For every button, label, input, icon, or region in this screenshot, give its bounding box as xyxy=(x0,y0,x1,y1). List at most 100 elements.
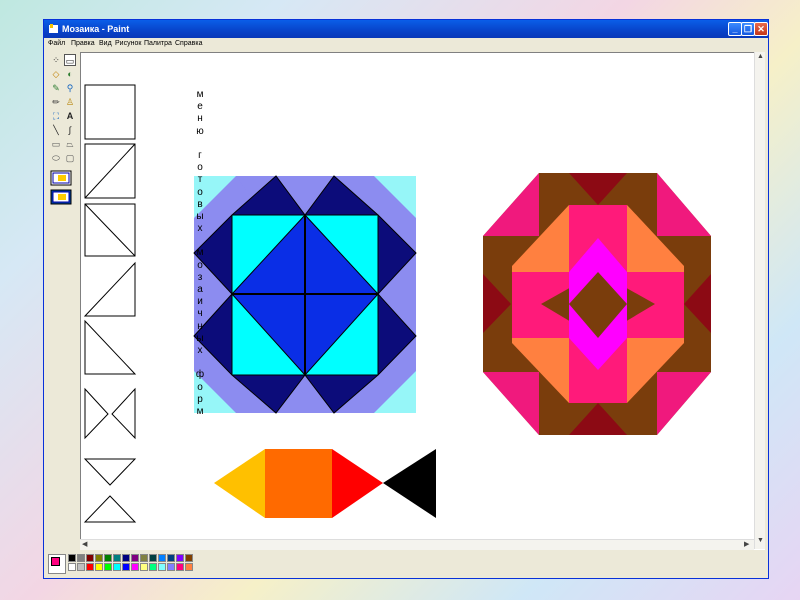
fish-drawing xyxy=(201,422,471,542)
palette-swatch[interactable] xyxy=(113,563,121,571)
horizontal-scrollbar[interactable]: ◀ ▶ xyxy=(80,539,754,550)
rect-select-icon[interactable]: ▭ xyxy=(64,54,76,66)
palette-swatch[interactable] xyxy=(185,554,193,562)
palette-swatch[interactable] xyxy=(104,554,112,562)
palette-swatch[interactable] xyxy=(68,563,76,571)
scroll-down-icon[interactable]: ▼ xyxy=(757,536,764,546)
text-icon[interactable]: A xyxy=(64,110,76,122)
ready-shapes-menu-label: м е н ю г о т о в ы х м о з а и ч н ы х … xyxy=(193,89,207,418)
mosaic-square xyxy=(193,175,417,414)
palette-swatch[interactable] xyxy=(95,563,103,571)
palette-swatch[interactable] xyxy=(131,563,139,571)
scroll-left-icon[interactable]: ◀ xyxy=(82,540,87,550)
menu-bar: Файл Правка Вид Рисунок Палитра Справка xyxy=(44,38,768,50)
label-char: о xyxy=(197,162,203,174)
label-char xyxy=(193,138,207,150)
close-button[interactable]: ✕ xyxy=(754,22,768,36)
palette-swatch[interactable] xyxy=(167,563,175,571)
palette-swatch[interactable] xyxy=(158,563,166,571)
menu-file[interactable]: Файл xyxy=(48,38,65,50)
mosaic-octagon-right xyxy=(483,173,711,435)
vertical-scrollbar[interactable]: ▲ ▼ xyxy=(754,52,765,549)
menu-view[interactable]: Вид xyxy=(99,38,112,50)
palette-swatch[interactable] xyxy=(176,554,184,562)
label-char: х xyxy=(197,223,203,235)
fill-style-selector[interactable] xyxy=(50,170,72,206)
curve-icon[interactable]: ∫ xyxy=(64,124,76,136)
palette-swatch[interactable] xyxy=(185,563,193,571)
palette-swatch[interactable] xyxy=(140,563,148,571)
pencil-icon[interactable]: ✏ xyxy=(50,96,62,108)
label-char: в xyxy=(197,198,203,210)
paint-app-icon xyxy=(49,24,58,33)
color-palette xyxy=(48,552,348,576)
palette-swatch[interactable] xyxy=(95,554,103,562)
label-char: е xyxy=(197,101,203,113)
palette-swatch[interactable] xyxy=(122,554,130,562)
label-char: ч xyxy=(197,308,203,320)
free-select-icon[interactable]: ⁘ xyxy=(50,54,62,66)
shape-hourglass-top xyxy=(83,458,137,486)
shape-bowtie-left xyxy=(84,387,109,440)
minimize-button[interactable]: _ xyxy=(728,22,742,36)
palette-swatch[interactable] xyxy=(131,554,139,562)
toolbox: ⁘ ▭ ◇ ◐ ✎ ⚲ ✏ ♙ ⛶ A ╲ ∫ ▭ ⏢ ⬭ ▢ xyxy=(44,52,78,562)
palette-swatch[interactable] xyxy=(149,554,157,562)
shape-right-triangle-3 xyxy=(83,261,136,317)
shape-hourglass-bottom xyxy=(83,495,137,523)
title-bar[interactable]: Мозаика - Paint _ ❐ ✕ xyxy=(44,20,768,38)
polygon-icon[interactable]: ⏢ xyxy=(64,138,76,150)
menu-edit[interactable]: Правка xyxy=(71,38,95,50)
palette-swatch[interactable] xyxy=(86,563,94,571)
fill-bucket-icon[interactable]: ◐ xyxy=(64,68,76,80)
label-char: ю xyxy=(196,125,204,137)
shape-right-triangle-4 xyxy=(84,319,137,375)
label-char: м xyxy=(196,89,204,100)
rectangle-icon[interactable]: ▭ xyxy=(50,138,62,150)
palette-swatch[interactable] xyxy=(167,554,175,562)
label-char: м xyxy=(196,405,204,417)
fish-body xyxy=(265,449,332,518)
label-char xyxy=(193,357,207,369)
palette-swatch[interactable] xyxy=(77,554,85,562)
scroll-right-icon[interactable]: ▶ xyxy=(744,540,749,550)
ready-shapes-menu xyxy=(83,84,137,523)
palette-swatch[interactable] xyxy=(140,554,148,562)
label-char: о xyxy=(197,186,203,198)
palette-swatch[interactable] xyxy=(149,563,157,571)
scroll-up-icon[interactable]: ▲ xyxy=(757,52,764,62)
eraser-icon[interactable]: ◇ xyxy=(50,68,62,80)
paint-window: Мозаика - Paint _ ❐ ✕ Файл Правка Вид Ри… xyxy=(44,20,768,578)
label-char: г xyxy=(198,149,202,161)
color-picker-icon[interactable]: ✎ xyxy=(50,82,62,94)
canvas-drawing xyxy=(83,84,711,542)
palette-swatch[interactable] xyxy=(86,554,94,562)
palette-swatch[interactable] xyxy=(68,554,76,562)
label-char: о xyxy=(197,259,203,271)
palette-swatch[interactable] xyxy=(77,563,85,571)
label-char: т xyxy=(197,174,203,186)
label-char: м xyxy=(196,247,204,259)
foreground-color-swatch xyxy=(51,557,60,566)
label-char: н xyxy=(197,320,203,332)
palette-swatch[interactable] xyxy=(158,554,166,562)
palette-swatch[interactable] xyxy=(176,563,184,571)
palette-swatch[interactable] xyxy=(113,554,121,562)
palette-swatch[interactable] xyxy=(122,563,130,571)
airbrush-icon[interactable]: ⛶ xyxy=(50,110,62,122)
drawing-canvas[interactable]: м е н ю г о т о в ы х м о з а и ч н ы х … xyxy=(80,52,765,550)
shape-right-triangle-diagonal xyxy=(84,143,136,199)
label-char: з xyxy=(197,271,203,283)
menu-colors[interactable]: Палитра xyxy=(144,38,172,50)
ellipse-icon[interactable]: ⬭ xyxy=(50,152,62,164)
menu-help[interactable]: Справка xyxy=(175,38,202,50)
line-icon[interactable]: ╲ xyxy=(50,124,62,136)
magnifier-icon[interactable]: ⚲ xyxy=(64,82,76,94)
menu-image[interactable]: Рисунок xyxy=(115,38,141,50)
palette-swatch[interactable] xyxy=(104,563,112,571)
current-colors[interactable] xyxy=(48,554,66,574)
brush-icon[interactable]: ♙ xyxy=(64,96,76,108)
rounded-rect-icon[interactable]: ▢ xyxy=(64,152,76,164)
maximize-button[interactable]: ❐ xyxy=(741,22,755,36)
label-char: х xyxy=(197,344,203,356)
